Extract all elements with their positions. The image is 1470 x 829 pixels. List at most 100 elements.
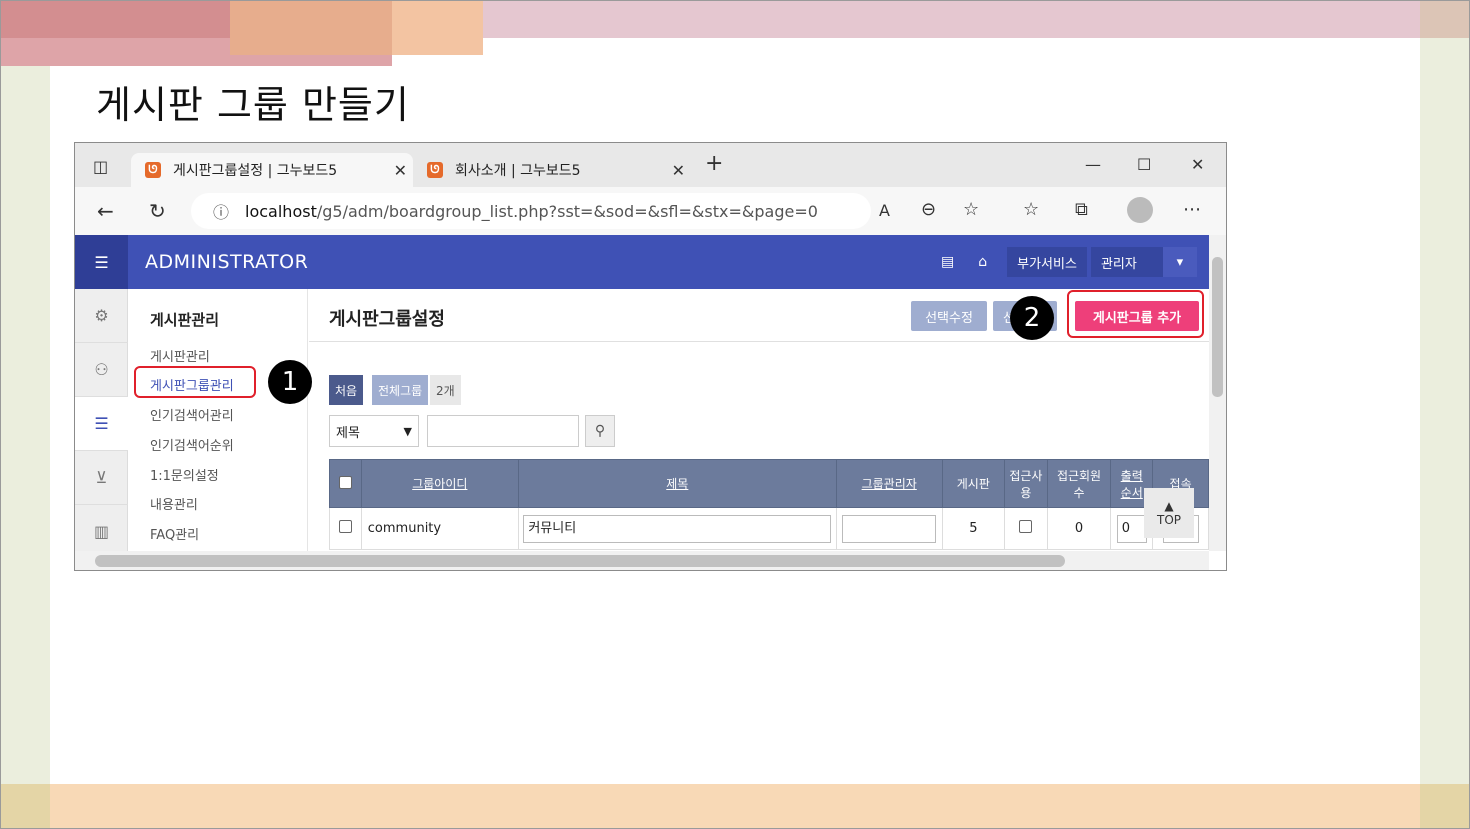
row-select-cell (329, 507, 362, 550)
admin-header: ☰ ADMINISTRATOR ▤ ⌂ 부가서비스 관리자 ▾ (75, 235, 1209, 289)
new-tab-icon[interactable]: + (705, 151, 723, 176)
slide-left-band (0, 0, 50, 829)
filter-all-groups[interactable]: 전체그룹 (372, 375, 429, 405)
read-aloud-icon[interactable]: A (879, 201, 890, 220)
header-right: ▤ ⌂ 부가서비스 관리자 ▾ (941, 247, 1197, 277)
stats-icon[interactable]: ▥ (75, 505, 128, 551)
side-menu-item[interactable]: 내용관리 (150, 494, 198, 513)
zoom-out-icon[interactable]: ⊖ (921, 199, 936, 220)
gear-icon[interactable]: ⚙ (75, 289, 128, 343)
member-count-cell: 0 (1046, 507, 1112, 550)
board-count-cell: 5 (941, 507, 1006, 550)
table-header-row: 그룹아이디 제목 그룹관리자 게시판 접근사용 접근회원수 출력순서 접속 (329, 459, 1209, 508)
side-menu-title: 게시판관리 (150, 311, 220, 329)
side-menu-item[interactable]: FAQ관리 (150, 524, 199, 543)
shop-icon[interactable]: ▤ (941, 254, 954, 270)
row-checkbox[interactable] (338, 520, 352, 533)
search-icon[interactable]: ⚲ (585, 415, 615, 447)
callout-box-boardgroup-menu (134, 366, 256, 398)
tab-label: 게시판그룹설정 | 그누보드5 (173, 163, 338, 179)
tab-actions-icon[interactable]: ◫ (93, 157, 108, 176)
tab-company-intro[interactable]: ᘎ 회사소개 | 그누보드5 ✕ (413, 153, 691, 187)
column-header: 접근사용 (1004, 459, 1048, 508)
cart-icon[interactable]: ⊻ (75, 451, 128, 505)
admin-logo[interactable]: ADMINISTRATOR (145, 251, 308, 273)
slide-corner-decoration (1420, 0, 1470, 38)
minimize-icon[interactable]: — (1085, 155, 1101, 174)
collections-icon[interactable]: ⧉ (1075, 199, 1088, 220)
column-header[interactable]: 제목 (517, 459, 837, 508)
page-title: 게시판그룹설정 (329, 309, 445, 330)
url-field[interactable]: ⓘ localhost/g5/adm/boardgroup_list.php?s… (191, 193, 871, 229)
slide-color-block (0, 0, 230, 38)
column-header[interactable]: 그룹아이디 (360, 459, 519, 508)
boardgroup-table: 그룹아이디 제목 그룹관리자 게시판 접근사용 접근회원수 출력순서 접속 co… (329, 459, 1209, 550)
scroll-thumb[interactable] (1212, 257, 1223, 397)
favorites-icon[interactable]: ☆ (1023, 199, 1039, 220)
add-favorite-icon[interactable]: ☆ (963, 199, 979, 220)
title-input[interactable]: 커뮤니티 (523, 514, 832, 543)
admin-cell (835, 507, 943, 550)
side-menu-item[interactable]: 인기검색어순위 (150, 435, 234, 454)
step-number-2: 2 (1010, 296, 1054, 340)
select-all-checkbox[interactable] (338, 475, 352, 489)
slide-color-block (230, 0, 392, 55)
home-icon[interactable]: ⌂ (978, 254, 987, 270)
group-admin-input[interactable] (842, 514, 937, 543)
browser-window: ◫ ᘎ 게시판그룹설정 | 그누보드5 ✕ ᘎ 회사소개 | 그누보드5 ✕ +… (74, 142, 1227, 571)
side-menu: 게시판관리 게시판관리 게시판그룹관리 인기검색어관리 인기검색어순위 1:1문… (128, 289, 308, 551)
admin-account-button[interactable]: 관리자 (1090, 247, 1163, 277)
gnuboard-favicon-icon: ᘎ (427, 162, 443, 178)
window-close-icon[interactable]: ✕ (1191, 155, 1204, 174)
search-field-select[interactable]: 제목 ▼ (329, 415, 419, 447)
back-icon[interactable]: ← (97, 199, 114, 223)
filter-first[interactable]: 처음 (329, 375, 364, 405)
column-header: 게시판 (941, 459, 1006, 508)
order-input[interactable]: 0 (1116, 514, 1147, 543)
top-button[interactable]: ▲ TOP (1144, 488, 1194, 538)
side-icon-bar: ⚙ ⚇ ☰ ⊻ ▥ (75, 289, 128, 551)
search-field-value: 제목 (336, 425, 360, 441)
member-icon[interactable]: ⚇ (75, 343, 128, 397)
access-use-cell (1004, 507, 1048, 550)
side-menu-item[interactable]: 인기검색어관리 (150, 405, 234, 424)
more-menu-icon[interactable]: ⋯ (1183, 199, 1201, 220)
title-cell: 커뮤니티 (517, 507, 837, 550)
horizontal-scrollbar[interactable] (75, 551, 1209, 570)
edit-selected-button[interactable]: 선택수정 (911, 301, 987, 331)
tab-boardgroup-settings[interactable]: ᘎ 게시판그룹설정 | 그누보드5 ✕ (131, 153, 413, 187)
slide-right-band (1420, 0, 1470, 829)
board-list-icon[interactable]: ☰ (75, 397, 128, 451)
gnuboard-favicon-icon: ᘎ (145, 162, 161, 178)
top-label: TOP (1156, 513, 1181, 527)
side-menu-item[interactable]: 1:1문의설정 (150, 465, 219, 484)
menu-toggle-icon[interactable]: ☰ (75, 235, 128, 289)
info-icon[interactable]: ⓘ (213, 199, 229, 223)
table-row: community 커뮤니티 5 0 0 모두 (329, 507, 1209, 550)
profile-avatar[interactable] (1127, 197, 1153, 223)
addon-service-button[interactable]: 부가서비스 (1007, 247, 1087, 277)
url-path: /g5/adm/boardgroup_list.php?sst=&sod=&sf… (316, 201, 818, 221)
vertical-scrollbar[interactable] (1209, 235, 1226, 551)
tab-label: 회사소개 | 그누보드5 (455, 163, 581, 179)
tab-bar: ◫ ᘎ 게시판그룹설정 | 그누보드5 ✕ ᘎ 회사소개 | 그누보드5 ✕ +… (75, 143, 1226, 187)
column-header: 접근회원수 (1046, 459, 1112, 508)
close-icon[interactable]: ✕ (672, 161, 685, 180)
chevron-down-icon[interactable]: ▾ (1162, 247, 1197, 277)
select-all-cell (329, 459, 362, 508)
column-header[interactable]: 그룹관리자 (835, 459, 943, 508)
maximize-icon[interactable]: ☐ (1137, 155, 1151, 174)
slide-corner-decoration (0, 784, 50, 829)
slide-bottom-band (0, 784, 1470, 829)
url-host: localhost (245, 201, 317, 221)
search-input[interactable] (427, 415, 579, 447)
side-menu-item[interactable]: 게시판관리 (150, 346, 210, 365)
close-icon[interactable]: ✕ (394, 161, 407, 180)
callout-box-add-group (1067, 290, 1204, 338)
caret-up-icon: ▲ (1164, 499, 1174, 513)
slide-title: 게시판 그룹 만들기 (96, 83, 410, 127)
address-bar: ← ↻ ⓘ localhost/g5/adm/boardgroup_list.p… (75, 187, 1226, 235)
access-use-checkbox[interactable] (1019, 520, 1033, 533)
scroll-thumb[interactable] (95, 555, 1065, 567)
reload-icon[interactable]: ↻ (149, 199, 166, 223)
